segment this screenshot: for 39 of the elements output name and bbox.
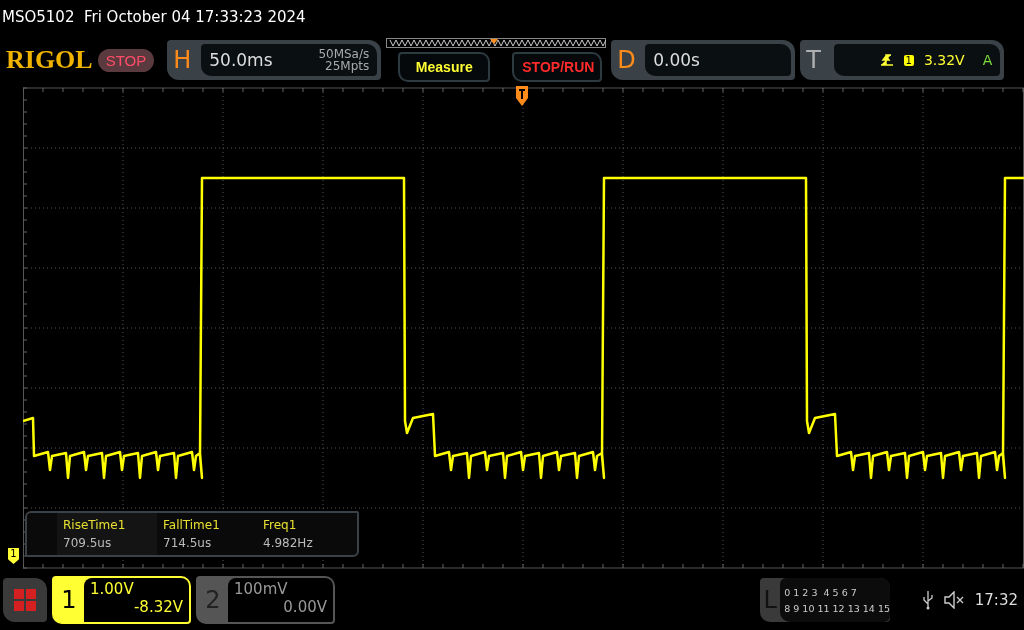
trigger-label: T: [806, 46, 822, 74]
measurement-value: 4.982Hz: [263, 536, 314, 550]
measure-button[interactable]: Measure: [398, 52, 491, 82]
logo: RIGOL: [6, 45, 93, 75]
measurement-value: 714.5us: [163, 536, 213, 550]
logic-channel-numbers: 8 9 10 11 12 13 14 15: [784, 602, 890, 614]
channel-offset: 0.00V: [282, 598, 327, 616]
trigger-level: 3.32V: [923, 52, 965, 68]
memory-depth: 25Mpts: [325, 60, 370, 72]
channel-number: 1: [60, 585, 78, 616]
trigger-panel[interactable]: T 1 3.32V A: [800, 40, 1005, 80]
delay-panel[interactable]: D 0.00s: [611, 40, 796, 80]
measurement-name: FallTime1: [163, 518, 221, 532]
horizontal-label: H: [173, 46, 193, 74]
horizontal-panel[interactable]: H 50.0ms 50MSa/s 25Mpts: [167, 40, 382, 80]
measurement-value: 709.5us: [63, 536, 113, 550]
status-line: MSO5102 Fri October 04 17:33:23 2024: [2, 8, 306, 26]
usb-icon: [922, 590, 933, 610]
delay-label: D: [617, 46, 637, 74]
channel-marker[interactable]: 1: [8, 548, 19, 564]
stop-run-button[interactable]: STOP/RUN: [512, 52, 603, 82]
channel-panel[interactable]: 1 1.00V -8.32V: [52, 576, 191, 624]
measurement-name: RiseTime1: [63, 518, 127, 532]
trigger-source: 1: [903, 54, 914, 66]
grid-icon: [13, 588, 37, 612]
timebase-value: 50.0ms: [209, 50, 273, 70]
menu-button[interactable]: [3, 578, 47, 622]
channel-scale: 1.00V: [90, 580, 135, 598]
channel-offset: -8.32V: [132, 598, 183, 616]
logic-channel-numbers: 0 1 2 3 4 5 6 7: [784, 586, 858, 598]
measurement-name: Freq1: [263, 518, 298, 532]
clock: 17:32: [974, 591, 1018, 609]
trigger-position-icon: [516, 86, 528, 106]
rising-edge-icon: [879, 53, 894, 67]
sample-rate: 50MSa/s: [318, 48, 370, 60]
delay-value: 0.00s: [653, 50, 700, 70]
channel-scale: 100mV: [234, 580, 289, 598]
trigger-mode: A: [982, 52, 993, 68]
muted-speaker-icon: [942, 591, 965, 609]
